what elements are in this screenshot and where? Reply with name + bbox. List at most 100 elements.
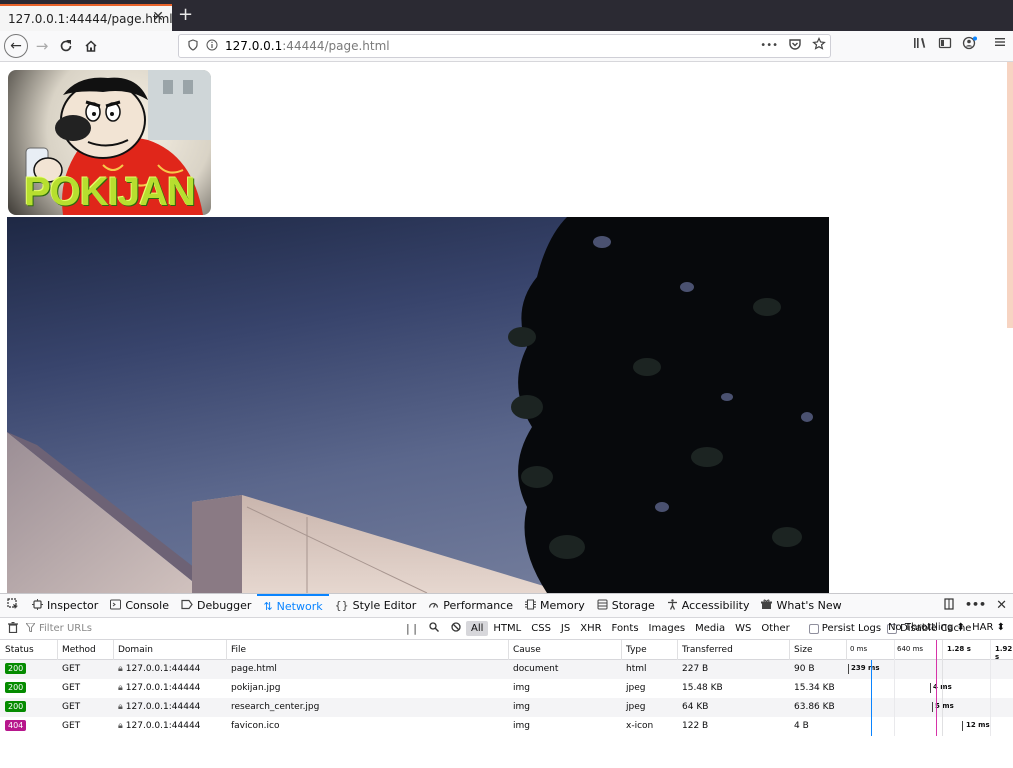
tab-label: What's New: [776, 599, 842, 612]
column-domain[interactable]: Domain: [118, 645, 153, 655]
column-size[interactable]: Size: [794, 645, 812, 655]
clear-log-icon[interactable]: [0, 621, 26, 636]
table-row[interactable]: 200 GET 🔒︎ 127.0.0.1:44444 research_cente…: [0, 698, 1013, 717]
home-icon: [85, 40, 97, 52]
more-options-icon[interactable]: •••: [965, 598, 986, 613]
bookmark-star-icon[interactable]: [812, 37, 826, 55]
tracking-shield-icon[interactable]: [183, 38, 203, 54]
filter-media-button[interactable]: Media: [690, 621, 730, 636]
size-cell: 63.86 KB: [794, 702, 835, 712]
tab-debugger[interactable]: Debugger: [175, 594, 257, 618]
dock-options-icon[interactable]: [943, 598, 955, 613]
filter-css-button[interactable]: CSS: [526, 621, 556, 636]
building-and-tree-illustration: [7, 217, 829, 593]
throttling-select[interactable]: No Throttling ⬍: [888, 622, 965, 633]
reload-icon: [60, 40, 72, 52]
pause-icon[interactable]: | |: [406, 622, 417, 635]
library-icon[interactable]: [913, 36, 927, 54]
network-requests-table: Status Method Domain File Cause Type Tra…: [0, 640, 1013, 736]
request-rows: 200 GET 🔒︎ 127.0.0.1:44444 page.html docu…: [0, 660, 1013, 736]
block-requests-icon[interactable]: [451, 622, 461, 635]
filter-ws-button[interactable]: WS: [730, 621, 756, 636]
column-file[interactable]: File: [231, 645, 246, 655]
element-picker-icon[interactable]: [0, 598, 26, 613]
site-info-icon[interactable]: [203, 39, 221, 54]
domain-cell: 🔒︎ 127.0.0.1:44444: [118, 702, 200, 712]
tab-label: Style Editor: [352, 599, 417, 612]
reload-button[interactable]: [54, 35, 78, 57]
home-button[interactable]: [79, 35, 103, 57]
page-scrollbar[interactable]: [1007, 62, 1013, 328]
pocket-icon[interactable]: [788, 37, 802, 55]
whats-new-icon: [761, 599, 773, 613]
column-cause[interactable]: Cause: [513, 645, 541, 655]
timeline-gridline: [990, 640, 991, 736]
lock-icon: 🔒︎: [118, 721, 123, 731]
tab-close-icon[interactable]: ✕: [152, 9, 164, 25]
lock-icon: 🔒︎: [118, 683, 123, 693]
size-cell: 90 B: [794, 664, 815, 674]
filter-all-button[interactable]: All: [466, 621, 489, 636]
browser-tab[interactable]: 127.0.0.1:44444/page.html ✕: [0, 4, 173, 31]
tab-storage[interactable]: Storage: [591, 594, 661, 618]
har-menu[interactable]: HAR ⬍: [972, 622, 1005, 633]
cause-cell: img: [513, 721, 530, 731]
tab-whats-new[interactable]: What's New: [755, 594, 847, 618]
persist-logs-checkbox[interactable]: Persist Logs: [808, 623, 881, 634]
url-text[interactable]: 127.0.0.1:44444/page.html: [225, 39, 390, 53]
devtools-tab-bar: Inspector Console Debugger ⇅ Network {} …: [0, 593, 1013, 618]
sidebar-icon[interactable]: [938, 36, 952, 54]
filter-xhr-button[interactable]: XHR: [575, 621, 606, 636]
column-transferred[interactable]: Transferred: [682, 645, 733, 655]
tab-network[interactable]: ⇅ Network: [257, 593, 329, 618]
timeline-tick: 1.28 s: [947, 645, 971, 653]
tab-style-editor[interactable]: {} Style Editor: [329, 594, 423, 618]
timeline-gridline: [894, 640, 895, 736]
filter-fonts-button[interactable]: Fonts: [607, 621, 644, 636]
domain-cell: 🔒︎ 127.0.0.1:44444: [118, 683, 200, 693]
dom-content-loaded-marker: [871, 660, 872, 736]
search-icon[interactable]: [429, 622, 439, 635]
research-center-photo: [7, 217, 829, 593]
new-tab-icon[interactable]: +: [178, 5, 193, 25]
size-cell: 15.34 KB: [794, 683, 835, 693]
table-row[interactable]: 404 GET 🔒︎ 127.0.0.1:44444 favicon.ico im…: [0, 717, 1013, 736]
tab-memory[interactable]: Memory: [519, 594, 591, 618]
back-button[interactable]: ←: [4, 34, 28, 58]
filter-html-button[interactable]: HTML: [488, 621, 526, 636]
filter-js-button[interactable]: JS: [556, 621, 575, 636]
load-marker: [936, 640, 937, 736]
network-icon: ⇅: [263, 600, 273, 613]
type-cell: jpeg: [626, 702, 646, 712]
column-method[interactable]: Method: [62, 645, 96, 655]
table-row[interactable]: 200 GET 🔒︎ 127.0.0.1:44444 page.html docu…: [0, 660, 1013, 679]
file-cell: favicon.ico: [231, 721, 280, 731]
filter-other-button[interactable]: Other: [756, 621, 794, 636]
column-status[interactable]: Status: [5, 645, 34, 655]
column-type[interactable]: Type: [626, 645, 647, 655]
performance-icon: [428, 599, 439, 613]
tab-accessibility[interactable]: Accessibility: [661, 594, 756, 618]
forward-button[interactable]: →: [30, 35, 54, 57]
timing-label: 5 ms: [935, 702, 954, 710]
filter-images-button[interactable]: Images: [644, 621, 691, 636]
menu-icon[interactable]: [994, 36, 1006, 52]
debugger-icon: [181, 599, 193, 613]
url-bar[interactable]: 127.0.0.1:44444/page.html •••: [178, 34, 831, 58]
timeline-gridline: [942, 640, 943, 736]
tab-performance[interactable]: Performance: [422, 594, 519, 618]
filter-urls-input[interactable]: Filter URLs: [24, 622, 398, 635]
tab-label: Console: [125, 599, 169, 612]
account-icon[interactable]: [962, 36, 978, 54]
tab-inspector[interactable]: Inspector: [26, 594, 104, 618]
page-actions-icon[interactable]: •••: [760, 37, 778, 55]
waterfall-bar: [932, 702, 933, 712]
console-icon: [110, 599, 122, 613]
checkbox-box[interactable]: [808, 623, 819, 634]
table-row[interactable]: 200 GET 🔒︎ 127.0.0.1:44444 pokijan.jpg im…: [0, 679, 1013, 698]
close-devtools-icon[interactable]: ✕: [996, 598, 1007, 613]
transferred-cell: 64 KB: [682, 702, 709, 712]
file-cell: page.html: [231, 664, 277, 674]
tab-console[interactable]: Console: [104, 594, 175, 618]
status-badge: 200: [5, 663, 27, 674]
